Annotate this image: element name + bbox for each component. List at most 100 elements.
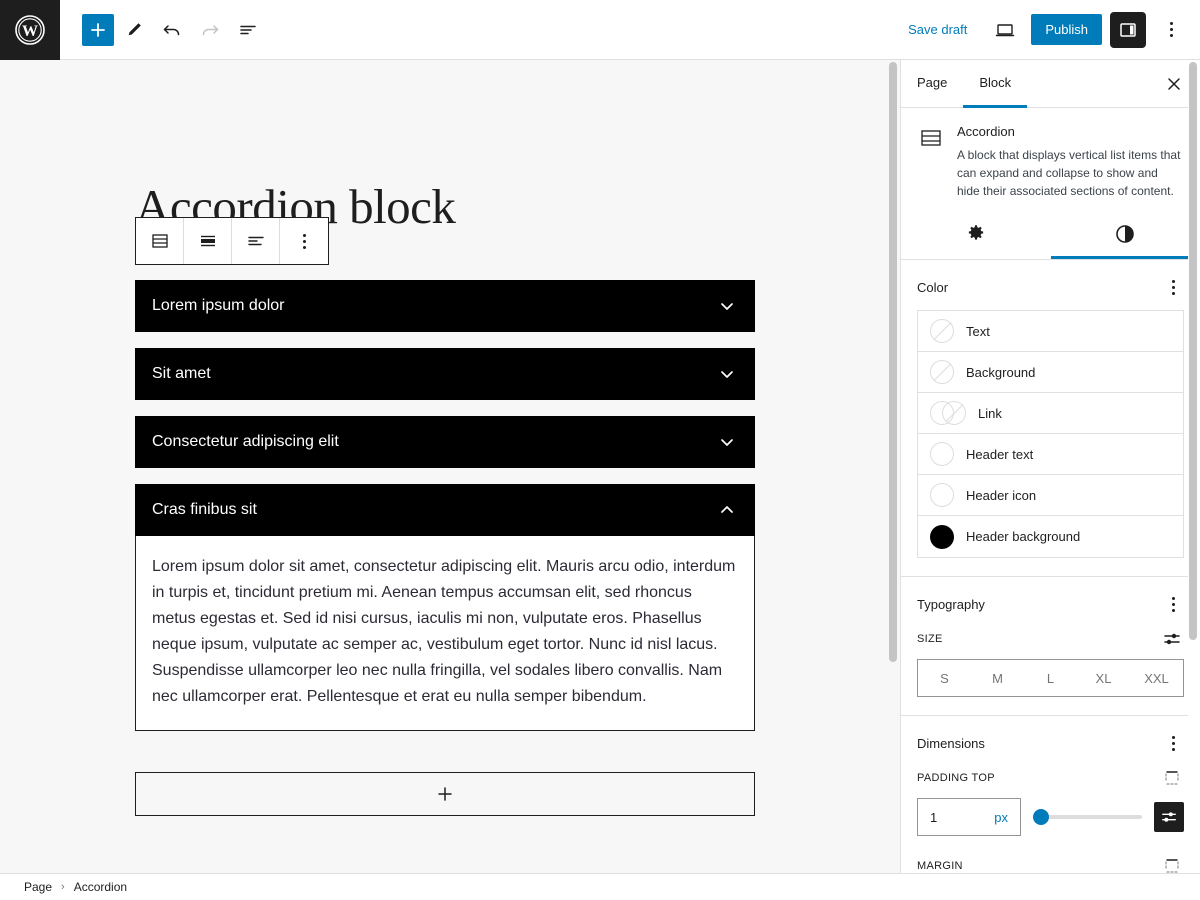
dimensions-panel-title: Dimensions xyxy=(917,736,985,751)
color-panel-options-button[interactable] xyxy=(1162,276,1184,298)
slider-knob[interactable] xyxy=(1033,809,1049,825)
desktop-preview-icon xyxy=(994,19,1016,41)
accordion-block-icon xyxy=(149,230,171,252)
padding-top-input[interactable]: 1 px xyxy=(917,798,1021,836)
color-row-background[interactable]: Background xyxy=(918,352,1183,393)
kebab-menu-icon xyxy=(1172,597,1175,612)
tab-page[interactable]: Page xyxy=(901,60,963,108)
padding-top-row-label: PADDING TOP xyxy=(917,766,1184,790)
color-row-link[interactable]: Link xyxy=(918,393,1183,434)
color-row-header-background[interactable]: Header background xyxy=(918,516,1183,557)
chevron-down-icon xyxy=(716,363,738,385)
typography-panel-header: Typography xyxy=(917,593,1184,615)
typography-panel-options-button[interactable] xyxy=(1162,593,1184,615)
color-panel-header: Color xyxy=(917,276,1184,298)
tab-settings[interactable] xyxy=(901,212,1051,259)
font-size-l[interactable]: L xyxy=(1024,660,1077,696)
block-type-button[interactable] xyxy=(136,218,184,264)
padding-top-controls: 1 px xyxy=(917,798,1184,836)
settings-panel-icon xyxy=(1118,20,1138,40)
sidebar-scrollbar-thumb[interactable] xyxy=(1189,62,1197,640)
padding-top-value: 1 xyxy=(930,810,937,825)
accordion-header-label: Lorem ipsum dolor xyxy=(152,298,285,314)
color-row-label: Link xyxy=(978,406,1002,421)
font-size-xxl[interactable]: XXL xyxy=(1130,660,1183,696)
padding-sides-button[interactable] xyxy=(1160,766,1184,790)
sides-box-icon xyxy=(1162,768,1182,788)
list-view-icon xyxy=(237,19,259,41)
font-size-m[interactable]: M xyxy=(971,660,1024,696)
accordion-header[interactable]: Lorem ipsum dolor xyxy=(135,280,755,332)
chevron-down-icon xyxy=(716,295,738,317)
settings-sidebar-toggle-button[interactable] xyxy=(1110,12,1146,48)
save-draft-button[interactable]: Save draft xyxy=(896,16,979,43)
undo-arrow-icon xyxy=(161,19,183,41)
gear-icon xyxy=(965,223,987,245)
color-row-header-icon[interactable]: Header icon xyxy=(918,475,1183,516)
margin-row-label: MARGIN xyxy=(917,854,1184,873)
sliders-icon xyxy=(1162,629,1182,649)
color-panel-title: Color xyxy=(917,280,948,295)
dimensions-panel-options-button[interactable] xyxy=(1162,732,1184,754)
top-bar-right-tools: Save draft Publish xyxy=(896,12,1200,48)
font-size-s[interactable]: S xyxy=(918,660,971,696)
breadcrumb: Page › Accordion xyxy=(0,873,1200,900)
padding-top-slider[interactable] xyxy=(1033,807,1142,827)
margin-label: MARGIN xyxy=(917,860,963,872)
canvas-scrollbar-thumb[interactable] xyxy=(889,62,897,662)
redo-button[interactable] xyxy=(192,12,228,48)
font-size-row-label: SIZE xyxy=(917,627,1184,651)
list-view-button[interactable] xyxy=(230,12,266,48)
kebab-menu-icon xyxy=(1172,280,1175,295)
breadcrumb-item-accordion[interactable]: Accordion xyxy=(74,880,127,894)
wordpress-block-editor: W xyxy=(0,0,1200,900)
add-block-button[interactable] xyxy=(82,14,114,46)
editor-options-button[interactable] xyxy=(1154,12,1188,48)
preview-button[interactable] xyxy=(987,12,1023,48)
sidebar-scrollbar[interactable] xyxy=(1188,60,1200,873)
text-align-button[interactable] xyxy=(232,218,280,264)
padding-top-settings-button[interactable] xyxy=(1154,802,1184,832)
dimensions-panel: Dimensions PADDING TOP 1 px xyxy=(901,716,1200,873)
undo-button[interactable] xyxy=(154,12,190,48)
kebab-menu-icon xyxy=(1172,736,1175,751)
accordion-block-icon xyxy=(919,124,943,200)
publish-button[interactable]: Publish xyxy=(1031,14,1102,45)
append-block-button[interactable] xyxy=(135,772,755,816)
block-position-button[interactable] xyxy=(184,218,232,264)
accordion-block: Lorem ipsum dolor Sit amet Consectetur a… xyxy=(135,280,755,731)
tab-styles[interactable] xyxy=(1051,212,1200,259)
edit-tool-button[interactable] xyxy=(116,12,152,48)
accordion-item: Lorem ipsum dolor xyxy=(135,280,755,332)
accordion-item: Sit amet xyxy=(135,348,755,400)
color-row-label: Text xyxy=(966,324,990,339)
close-sidebar-button[interactable] xyxy=(1158,68,1190,100)
accordion-header[interactable]: Sit amet xyxy=(135,348,755,400)
kebab-menu-icon xyxy=(1170,22,1173,37)
accordion-header[interactable]: Consectetur adipiscing elit xyxy=(135,416,755,468)
margin-sides-button[interactable] xyxy=(1160,854,1184,873)
font-size-custom-button[interactable] xyxy=(1160,627,1184,651)
inspector-tabs xyxy=(901,212,1200,260)
color-swatch-unset-icon xyxy=(930,319,954,343)
color-options-list: Text Background Link Header text xyxy=(917,310,1184,558)
block-info-card: Accordion A block that displays vertical… xyxy=(901,108,1200,206)
pencil-icon xyxy=(124,20,144,40)
canvas-scrollbar[interactable] xyxy=(888,60,900,873)
accordion-panel-text[interactable]: Lorem ipsum dolor sit amet, consectetur … xyxy=(152,554,738,710)
accordion-header[interactable]: Cras finibus sit xyxy=(135,484,755,536)
svg-text:W: W xyxy=(22,23,38,40)
tab-block[interactable]: Block xyxy=(963,60,1027,108)
breadcrumb-item-page[interactable]: Page xyxy=(24,880,52,894)
chevron-down-icon xyxy=(716,431,738,453)
color-row-text[interactable]: Text xyxy=(918,311,1183,352)
font-size-xl[interactable]: XL xyxy=(1077,660,1130,696)
color-row-header-text[interactable]: Header text xyxy=(918,434,1183,475)
wordpress-logo-icon[interactable]: W xyxy=(0,0,60,60)
padding-top-unit[interactable]: px xyxy=(994,810,1008,825)
color-row-label: Header background xyxy=(966,529,1080,544)
block-options-button[interactable] xyxy=(280,218,328,264)
block-description: A block that displays vertical list item… xyxy=(957,146,1182,200)
color-row-label: Header text xyxy=(966,447,1033,462)
font-size-label: SIZE xyxy=(917,633,943,645)
